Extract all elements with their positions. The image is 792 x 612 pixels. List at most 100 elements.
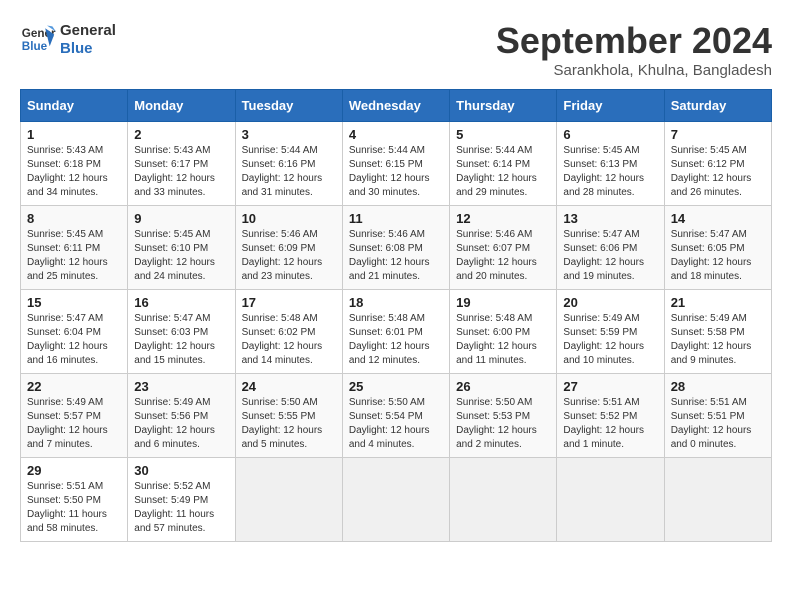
table-row: 27 Sunrise: 5:51 AMSunset: 5:52 PMDaylig… — [557, 374, 664, 458]
day-number: 18 — [349, 295, 443, 310]
table-row: 4 Sunrise: 5:44 AMSunset: 6:15 PMDayligh… — [342, 122, 449, 206]
day-number: 3 — [242, 127, 336, 142]
table-row: 12 Sunrise: 5:46 AMSunset: 6:07 PMDaylig… — [450, 206, 557, 290]
table-row — [557, 458, 664, 542]
logo-icon: General Blue — [20, 21, 56, 57]
day-details: Sunrise: 5:52 AMSunset: 5:49 PMDaylight:… — [134, 481, 214, 534]
day-details: Sunrise: 5:51 AMSunset: 5:51 PMDaylight:… — [671, 397, 752, 450]
day-details: Sunrise: 5:49 AMSunset: 5:59 PMDaylight:… — [563, 313, 644, 366]
location-subtitle: Sarankhola, Khulna, Bangladesh — [496, 62, 772, 79]
day-number: 12 — [456, 211, 550, 226]
day-number: 17 — [242, 295, 336, 310]
day-number: 19 — [456, 295, 550, 310]
day-details: Sunrise: 5:46 AMSunset: 6:07 PMDaylight:… — [456, 229, 537, 282]
calendar-week-row: 29 Sunrise: 5:51 AMSunset: 5:50 PMDaylig… — [21, 458, 772, 542]
day-details: Sunrise: 5:44 AMSunset: 6:14 PMDaylight:… — [456, 145, 537, 198]
day-details: Sunrise: 5:47 AMSunset: 6:04 PMDaylight:… — [27, 313, 108, 366]
table-row: 21 Sunrise: 5:49 AMSunset: 5:58 PMDaylig… — [664, 290, 771, 374]
table-row — [342, 458, 449, 542]
day-number: 29 — [27, 463, 121, 478]
month-year-title: September 2024 — [496, 20, 772, 62]
day-number: 27 — [563, 379, 657, 394]
day-details: Sunrise: 5:48 AMSunset: 6:01 PMDaylight:… — [349, 313, 430, 366]
day-number: 2 — [134, 127, 228, 142]
day-details: Sunrise: 5:48 AMSunset: 6:02 PMDaylight:… — [242, 313, 323, 366]
day-number: 10 — [242, 211, 336, 226]
page-header: General Blue General Blue September 2024… — [20, 20, 772, 79]
day-details: Sunrise: 5:45 AMSunset: 6:13 PMDaylight:… — [563, 145, 644, 198]
day-details: Sunrise: 5:47 AMSunset: 6:05 PMDaylight:… — [671, 229, 752, 282]
table-row: 11 Sunrise: 5:46 AMSunset: 6:08 PMDaylig… — [342, 206, 449, 290]
table-row: 2 Sunrise: 5:43 AMSunset: 6:17 PMDayligh… — [128, 122, 235, 206]
day-details: Sunrise: 5:43 AMSunset: 6:17 PMDaylight:… — [134, 145, 215, 198]
table-row: 25 Sunrise: 5:50 AMSunset: 5:54 PMDaylig… — [342, 374, 449, 458]
col-wednesday: Wednesday — [342, 90, 449, 122]
day-number: 7 — [671, 127, 765, 142]
calendar-header-row: Sunday Monday Tuesday Wednesday Thursday… — [21, 90, 772, 122]
day-details: Sunrise: 5:47 AMSunset: 6:03 PMDaylight:… — [134, 313, 215, 366]
calendar-week-row: 8 Sunrise: 5:45 AMSunset: 6:11 PMDayligh… — [21, 206, 772, 290]
day-details: Sunrise: 5:46 AMSunset: 6:08 PMDaylight:… — [349, 229, 430, 282]
day-number: 6 — [563, 127, 657, 142]
day-details: Sunrise: 5:45 AMSunset: 6:12 PMDaylight:… — [671, 145, 752, 198]
table-row — [235, 458, 342, 542]
day-number: 8 — [27, 211, 121, 226]
col-monday: Monday — [128, 90, 235, 122]
day-number: 23 — [134, 379, 228, 394]
table-row: 26 Sunrise: 5:50 AMSunset: 5:53 PMDaylig… — [450, 374, 557, 458]
day-number: 1 — [27, 127, 121, 142]
day-number: 11 — [349, 211, 443, 226]
day-details: Sunrise: 5:50 AMSunset: 5:55 PMDaylight:… — [242, 397, 323, 450]
logo: General Blue General Blue — [20, 20, 116, 58]
table-row: 6 Sunrise: 5:45 AMSunset: 6:13 PMDayligh… — [557, 122, 664, 206]
table-row — [450, 458, 557, 542]
day-details: Sunrise: 5:49 AMSunset: 5:57 PMDaylight:… — [27, 397, 108, 450]
day-details: Sunrise: 5:49 AMSunset: 5:56 PMDaylight:… — [134, 397, 215, 450]
day-details: Sunrise: 5:51 AMSunset: 5:50 PMDaylight:… — [27, 481, 107, 534]
calendar-week-row: 1 Sunrise: 5:43 AMSunset: 6:18 PMDayligh… — [21, 122, 772, 206]
day-number: 25 — [349, 379, 443, 394]
day-number: 16 — [134, 295, 228, 310]
day-number: 22 — [27, 379, 121, 394]
col-thursday: Thursday — [450, 90, 557, 122]
table-row: 20 Sunrise: 5:49 AMSunset: 5:59 PMDaylig… — [557, 290, 664, 374]
table-row: 16 Sunrise: 5:47 AMSunset: 6:03 PMDaylig… — [128, 290, 235, 374]
day-details: Sunrise: 5:47 AMSunset: 6:06 PMDaylight:… — [563, 229, 644, 282]
table-row: 7 Sunrise: 5:45 AMSunset: 6:12 PMDayligh… — [664, 122, 771, 206]
table-row: 1 Sunrise: 5:43 AMSunset: 6:18 PMDayligh… — [21, 122, 128, 206]
table-row: 5 Sunrise: 5:44 AMSunset: 6:14 PMDayligh… — [450, 122, 557, 206]
day-number: 4 — [349, 127, 443, 142]
day-number: 30 — [134, 463, 228, 478]
day-details: Sunrise: 5:46 AMSunset: 6:09 PMDaylight:… — [242, 229, 323, 282]
table-row: 24 Sunrise: 5:50 AMSunset: 5:55 PMDaylig… — [235, 374, 342, 458]
table-row: 13 Sunrise: 5:47 AMSunset: 6:06 PMDaylig… — [557, 206, 664, 290]
title-block: September 2024 Sarankhola, Khulna, Bangl… — [496, 20, 772, 79]
day-number: 20 — [563, 295, 657, 310]
calendar-table: Sunday Monday Tuesday Wednesday Thursday… — [20, 89, 772, 542]
day-number: 14 — [671, 211, 765, 226]
table-row: 8 Sunrise: 5:45 AMSunset: 6:11 PMDayligh… — [21, 206, 128, 290]
day-details: Sunrise: 5:45 AMSunset: 6:10 PMDaylight:… — [134, 229, 215, 282]
day-number: 9 — [134, 211, 228, 226]
table-row: 18 Sunrise: 5:48 AMSunset: 6:01 PMDaylig… — [342, 290, 449, 374]
table-row: 15 Sunrise: 5:47 AMSunset: 6:04 PMDaylig… — [21, 290, 128, 374]
day-number: 26 — [456, 379, 550, 394]
table-row — [664, 458, 771, 542]
calendar-week-row: 15 Sunrise: 5:47 AMSunset: 6:04 PMDaylig… — [21, 290, 772, 374]
table-row: 14 Sunrise: 5:47 AMSunset: 6:05 PMDaylig… — [664, 206, 771, 290]
table-row: 17 Sunrise: 5:48 AMSunset: 6:02 PMDaylig… — [235, 290, 342, 374]
day-details: Sunrise: 5:44 AMSunset: 6:15 PMDaylight:… — [349, 145, 430, 198]
day-details: Sunrise: 5:50 AMSunset: 5:53 PMDaylight:… — [456, 397, 537, 450]
col-saturday: Saturday — [664, 90, 771, 122]
day-details: Sunrise: 5:49 AMSunset: 5:58 PMDaylight:… — [671, 313, 752, 366]
logo-text-general: General — [60, 22, 116, 40]
table-row: 30 Sunrise: 5:52 AMSunset: 5:49 PMDaylig… — [128, 458, 235, 542]
day-details: Sunrise: 5:44 AMSunset: 6:16 PMDaylight:… — [242, 145, 323, 198]
table-row: 23 Sunrise: 5:49 AMSunset: 5:56 PMDaylig… — [128, 374, 235, 458]
day-number: 5 — [456, 127, 550, 142]
day-details: Sunrise: 5:51 AMSunset: 5:52 PMDaylight:… — [563, 397, 644, 450]
calendar-week-row: 22 Sunrise: 5:49 AMSunset: 5:57 PMDaylig… — [21, 374, 772, 458]
svg-text:Blue: Blue — [22, 40, 48, 53]
table-row: 29 Sunrise: 5:51 AMSunset: 5:50 PMDaylig… — [21, 458, 128, 542]
logo-text-blue: Blue — [60, 40, 116, 58]
